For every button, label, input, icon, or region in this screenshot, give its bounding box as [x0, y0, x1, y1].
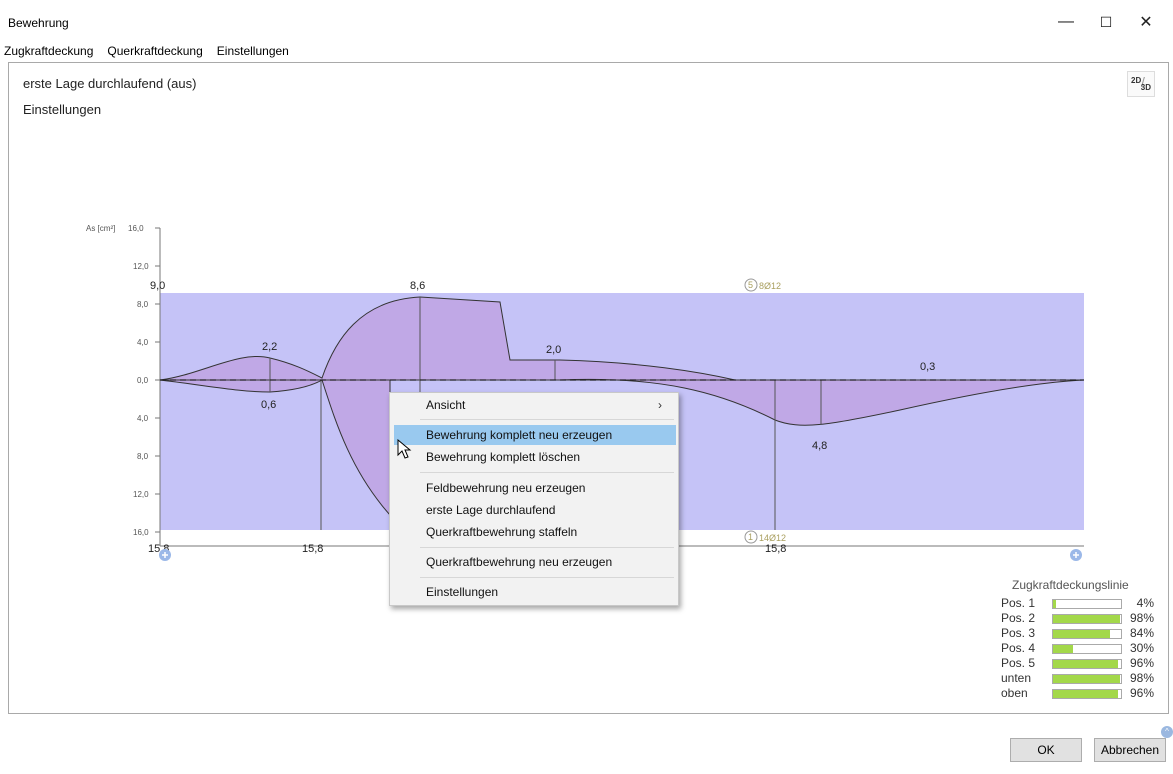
value-label: 0,3 — [920, 361, 935, 373]
coverage-bar — [1052, 659, 1122, 669]
scroll-up-icon[interactable]: ^ — [1161, 726, 1173, 738]
legend-row: Pos. 2 98% — [1000, 611, 1160, 626]
coverage-fill — [1053, 660, 1119, 668]
bar-annotation: 14Ø12 — [759, 533, 786, 543]
value-label: 9,0 — [150, 280, 165, 292]
y-tick-label: 4,0 — [137, 414, 149, 423]
legend-row: Pos. 1 4% — [1000, 596, 1160, 611]
coverage-fill — [1053, 630, 1111, 638]
value-label: 2,0 — [546, 344, 561, 356]
menu-item-erste-lage[interactable]: erste Lage durchlaufend — [394, 500, 676, 520]
ok-button[interactable]: OK — [1010, 738, 1082, 762]
bar-annotation: 8Ø12 — [759, 281, 781, 291]
menu-separator — [420, 577, 674, 578]
y-axis-label: As [cm²] — [86, 224, 115, 233]
menu-item-feldbewehrung[interactable]: Feldbewehrung neu erzeugen — [394, 478, 676, 498]
menu-item-querkraft-neu[interactable]: Querkraftbewehrung neu erzeugen — [394, 552, 676, 572]
coverage-fill — [1053, 600, 1056, 608]
y-tick-label: 8,0 — [137, 300, 149, 309]
y-tick-label: 12,0 — [133, 262, 149, 271]
menu-item-label: Ansicht — [426, 398, 466, 412]
x-label: 15,8 — [765, 543, 786, 555]
submenu-arrow-icon: › — [658, 398, 662, 412]
y-tick-label: 16,0 — [128, 224, 144, 233]
coverage-bar — [1052, 689, 1122, 699]
menu-separator — [420, 547, 674, 548]
coverage-bar — [1052, 629, 1122, 639]
y-tick-label: 16,0 — [133, 528, 149, 537]
legend-label: Pos. 4 — [1001, 641, 1036, 655]
y-tick-label: 8,0 — [137, 452, 149, 461]
legend-pct: 84% — [1129, 626, 1154, 640]
menu-item-querkraft-staffeln[interactable]: Querkraftbewehrung staffeln — [394, 522, 676, 542]
coverage-bar — [1052, 599, 1122, 609]
cancel-button[interactable]: Abbrechen — [1094, 738, 1166, 762]
value-label: 8,6 — [410, 280, 425, 292]
context-menu: Ansicht › Bewehrung komplett neu erzeuge… — [389, 392, 679, 606]
coverage-bar — [1052, 614, 1122, 624]
coverage-fill — [1053, 615, 1120, 623]
coverage-bar — [1052, 674, 1122, 684]
menu-item-bewehrung-neu-erzeugen[interactable]: Bewehrung komplett neu erzeugen — [394, 425, 676, 445]
legend-row: Pos. 3 84% — [1000, 626, 1160, 641]
menu-item-ansicht[interactable]: Ansicht › — [394, 395, 676, 415]
reinforcement-chart: As [cm²] 16,0 12,0 8,0 4,0 0,0 4,0 8,0 1… — [86, 224, 1085, 561]
legend-row: Pos. 5 96% — [1000, 656, 1160, 671]
legend-label: Pos. 5 — [1001, 656, 1036, 670]
legend-row: oben 96% — [1000, 686, 1160, 701]
mouse-cursor-icon — [397, 439, 412, 459]
menu-item-bewehrung-loeschen[interactable]: Bewehrung komplett löschen — [394, 447, 676, 467]
legend-pct: 4% — [1136, 596, 1154, 610]
add-right-icon[interactable] — [1070, 549, 1082, 561]
value-label: 0,6 — [261, 399, 276, 411]
position-number: 1 — [748, 532, 753, 542]
coverage-fill — [1053, 675, 1120, 683]
coverage-bar — [1052, 644, 1122, 654]
y-tick-label: 4,0 — [137, 338, 149, 347]
menu-separator — [420, 419, 674, 420]
legend-pct: 30% — [1129, 641, 1154, 655]
legend-label: Pos. 2 — [1001, 611, 1036, 625]
menu-item-einstellungen[interactable]: Einstellungen — [394, 582, 676, 602]
value-label: 2,2 — [262, 341, 277, 353]
legend-label: Pos. 1 — [1001, 596, 1036, 610]
legend-title: Zugkraftdeckungslinie — [1012, 578, 1129, 592]
y-ticks — [155, 227, 160, 533]
x-label: 15,8 — [302, 543, 323, 555]
legend-label: Pos. 3 — [1001, 626, 1036, 640]
legend-pct: 96% — [1129, 686, 1154, 700]
legend-label: oben — [1001, 686, 1028, 700]
legend-pct: 96% — [1129, 656, 1154, 670]
value-label: 4,8 — [812, 440, 827, 452]
add-left-icon[interactable] — [159, 549, 171, 561]
legend-label: unten — [1001, 671, 1032, 685]
coverage-fill — [1053, 690, 1119, 698]
y-tick-label: 0,0 — [137, 376, 149, 385]
legend-pct: 98% — [1129, 671, 1154, 685]
bewehrung-window: Bewehrung — ☐ ✕ Zugkraftdeckung Querkraf… — [0, 0, 1173, 774]
coverage-fill — [1053, 645, 1074, 653]
legend-row: unten 98% — [1000, 671, 1160, 686]
y-tick-label: 12,0 — [133, 490, 149, 499]
menu-separator — [420, 472, 674, 473]
legend-row: Pos. 4 30% — [1000, 641, 1160, 656]
legend-pct: 98% — [1129, 611, 1154, 625]
position-number: 5 — [748, 280, 753, 290]
